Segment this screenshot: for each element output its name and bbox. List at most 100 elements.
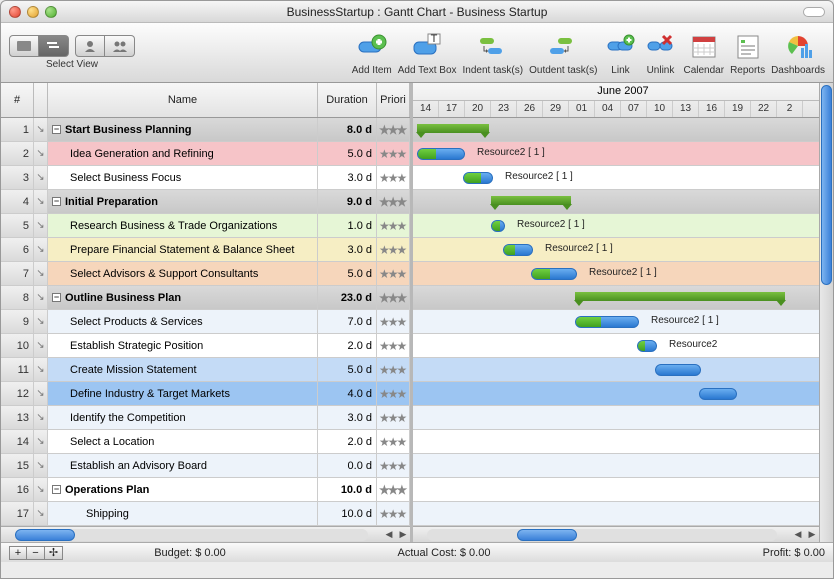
row-priority[interactable]: ★★★ xyxy=(377,190,410,213)
row-duration[interactable]: 3.0 d xyxy=(318,238,377,261)
summary-bar[interactable] xyxy=(491,196,571,205)
row-name[interactable]: Prepare Financial Statement & Balance Sh… xyxy=(48,238,318,261)
row-priority[interactable]: ★★★ xyxy=(377,166,410,189)
row-priority[interactable]: ★★★ xyxy=(377,478,410,501)
row-name[interactable]: Create Mission Statement xyxy=(48,358,318,381)
summary-bar[interactable] xyxy=(417,124,489,133)
task-bar[interactable] xyxy=(503,244,533,256)
row-duration[interactable]: 9.0 d xyxy=(318,190,377,213)
outdent-button[interactable] xyxy=(546,29,580,63)
row-name[interactable]: Research Business & Trade Organizations xyxy=(48,214,318,237)
row-priority[interactable]: ★★★ xyxy=(377,238,410,261)
table-row[interactable]: 6↘Prepare Financial Statement & Balance … xyxy=(1,238,410,262)
gantt-row[interactable] xyxy=(413,406,833,430)
left-hscrollbar[interactable]: ◀ ▶ xyxy=(1,526,410,542)
row-duration[interactable]: 23.0 d xyxy=(318,286,377,309)
calendar-button[interactable] xyxy=(687,29,721,63)
row-priority[interactable]: ★★★ xyxy=(377,262,410,285)
table-row[interactable]: 3↘Select Business Focus3.0 d★★★ xyxy=(1,166,410,190)
dashboards-button[interactable] xyxy=(781,29,815,63)
row-duration[interactable]: 3.0 d xyxy=(318,406,377,429)
task-bar[interactable] xyxy=(699,388,737,400)
row-name[interactable]: Idea Generation and Refining xyxy=(48,142,318,165)
view-list-icon[interactable] xyxy=(9,35,39,57)
row-duration[interactable]: 1.0 d xyxy=(318,214,377,237)
gantt-row[interactable] xyxy=(413,286,833,310)
task-bar[interactable] xyxy=(575,316,639,328)
task-bar[interactable] xyxy=(655,364,701,376)
row-name[interactable]: −Operations Plan xyxy=(48,478,318,501)
person-icon[interactable] xyxy=(75,35,105,57)
add-item-button[interactable] xyxy=(355,29,389,63)
col-priority[interactable]: Priori xyxy=(377,83,410,117)
gantt-row[interactable] xyxy=(413,502,833,526)
scroll-right-icon[interactable]: ▶ xyxy=(396,529,410,540)
gantt-row[interactable]: Resource2 [ 1 ] xyxy=(413,142,833,166)
row-duration[interactable]: 5.0 d xyxy=(318,262,377,285)
table-row[interactable]: 9↘Select Products & Services7.0 d★★★ xyxy=(1,310,410,334)
row-name[interactable]: −Outline Business Plan xyxy=(48,286,318,309)
row-duration[interactable]: 7.0 d xyxy=(318,310,377,333)
right-vscrollbar[interactable] xyxy=(819,83,833,542)
row-priority[interactable]: ★★★ xyxy=(377,142,410,165)
gantt-row[interactable] xyxy=(413,478,833,502)
scroll-left-icon[interactable]: ◀ xyxy=(382,529,396,540)
expand-icon[interactable]: − xyxy=(52,485,61,494)
people-icon[interactable] xyxy=(105,35,135,57)
gantt-row[interactable] xyxy=(413,118,833,142)
task-bar[interactable] xyxy=(491,220,505,232)
table-row[interactable]: 4↘−Initial Preparation9.0 d★★★ xyxy=(1,190,410,214)
gantt-row[interactable]: Resource2 [ 1 ] xyxy=(413,238,833,262)
row-duration[interactable]: 2.0 d xyxy=(318,334,377,357)
table-row[interactable]: 5↘Research Business & Trade Organization… xyxy=(1,214,410,238)
row-priority[interactable]: ★★★ xyxy=(377,310,410,333)
table-row[interactable]: 13↘Identify the Competition3.0 d★★★ xyxy=(1,406,410,430)
row-duration[interactable]: 10.0 d xyxy=(318,478,377,501)
settings-button[interactable]: ✢ xyxy=(45,546,63,560)
right-hscrollbar[interactable]: ◀ ▶ xyxy=(413,526,819,542)
toolbar-toggle-icon[interactable] xyxy=(803,7,825,17)
row-duration[interactable]: 0.0 d xyxy=(318,454,377,477)
gantt-row[interactable]: Resource2 [ 1 ] xyxy=(413,310,833,334)
row-name[interactable]: Identify the Competition xyxy=(48,406,318,429)
row-priority[interactable]: ★★★ xyxy=(377,454,410,477)
col-name[interactable]: Name xyxy=(48,83,318,117)
expand-icon[interactable]: − xyxy=(52,293,61,302)
expand-icon[interactable]: − xyxy=(52,125,61,134)
gantt-row[interactable] xyxy=(413,190,833,214)
view-mode-segmented[interactable] xyxy=(9,35,69,57)
col-duration[interactable]: Duration xyxy=(318,83,377,117)
gantt-row[interactable]: Resource2 [ 1 ] xyxy=(413,166,833,190)
row-duration[interactable]: 3.0 d xyxy=(318,166,377,189)
task-bar[interactable] xyxy=(417,148,465,160)
add-row-button[interactable]: + xyxy=(9,546,27,560)
remove-row-button[interactable]: − xyxy=(27,546,45,560)
row-name[interactable]: Select Products & Services xyxy=(48,310,318,333)
table-row[interactable]: 7↘Select Advisors & Support Consultants5… xyxy=(1,262,410,286)
task-bar[interactable] xyxy=(531,268,577,280)
table-row[interactable]: 8↘−Outline Business Plan23.0 d★★★ xyxy=(1,286,410,310)
row-name[interactable]: −Initial Preparation xyxy=(48,190,318,213)
add-text-box-button[interactable]: T xyxy=(410,29,444,63)
row-name[interactable]: Select a Location xyxy=(48,430,318,453)
table-row[interactable]: 11↘Create Mission Statement5.0 d★★★ xyxy=(1,358,410,382)
row-name[interactable]: Establish Strategic Position xyxy=(48,334,318,357)
table-row[interactable]: 12↘Define Industry & Target Markets4.0 d… xyxy=(1,382,410,406)
gantt-row[interactable] xyxy=(413,454,833,478)
table-row[interactable]: 10↘Establish Strategic Position2.0 d★★★ xyxy=(1,334,410,358)
row-name[interactable]: Shipping xyxy=(48,502,318,525)
row-name[interactable]: Select Business Focus xyxy=(48,166,318,189)
row-priority[interactable]: ★★★ xyxy=(377,118,410,141)
col-icon[interactable] xyxy=(34,83,48,117)
gantt-row[interactable]: Resource2 xyxy=(413,334,833,358)
col-number[interactable]: # xyxy=(1,83,34,117)
table-row[interactable]: 15↘Establish an Advisory Board0.0 d★★★ xyxy=(1,454,410,478)
row-name[interactable]: Establish an Advisory Board xyxy=(48,454,318,477)
row-name[interactable]: Define Industry & Target Markets xyxy=(48,382,318,405)
row-priority[interactable]: ★★★ xyxy=(377,286,410,309)
unlink-button[interactable] xyxy=(643,29,677,63)
table-row[interactable]: 2↘Idea Generation and Refining5.0 d★★★ xyxy=(1,142,410,166)
row-duration[interactable]: 2.0 d xyxy=(318,430,377,453)
row-name[interactable]: Select Advisors & Support Consultants xyxy=(48,262,318,285)
indent-button[interactable] xyxy=(476,29,510,63)
